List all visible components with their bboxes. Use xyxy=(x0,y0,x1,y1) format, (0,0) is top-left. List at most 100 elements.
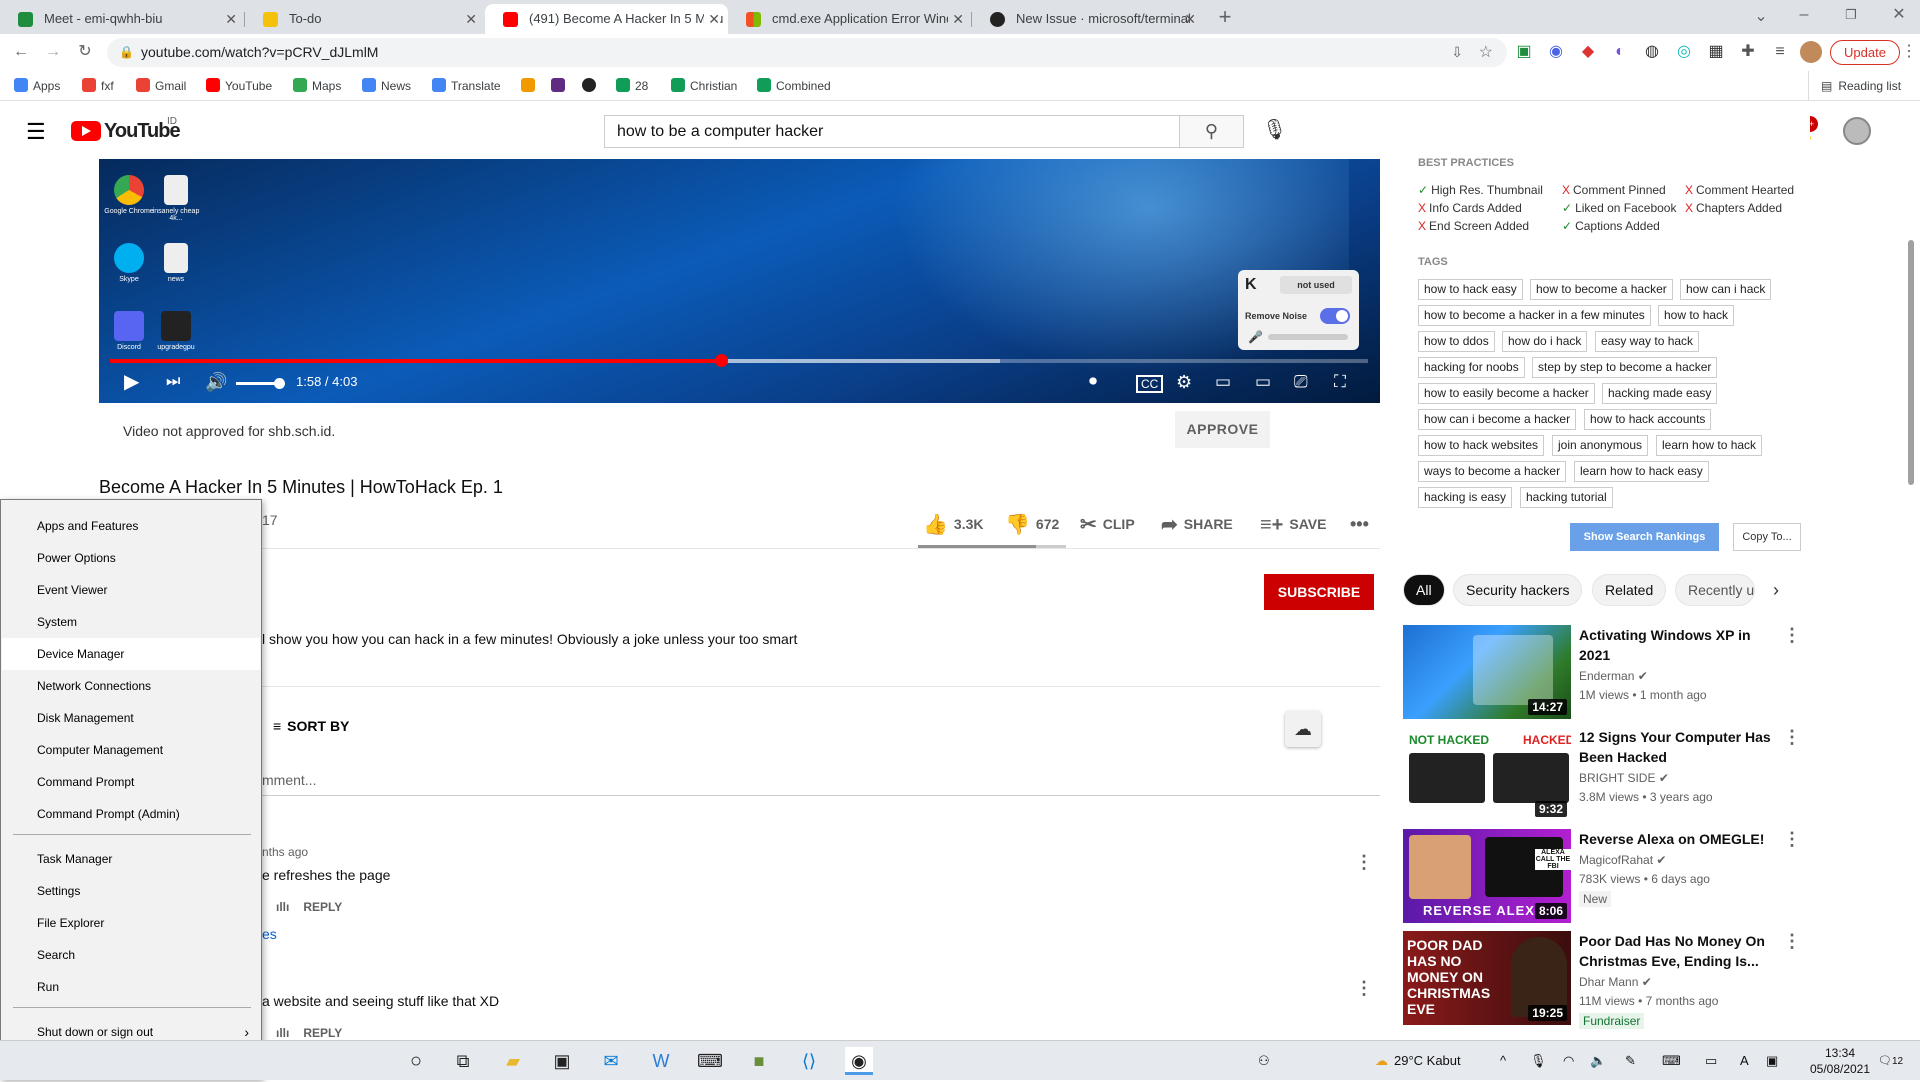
video-menu-icon[interactable]: ⋮ xyxy=(1783,829,1801,850)
share-button[interactable]: ➦ SHARE xyxy=(1161,510,1233,539)
new-tab-button[interactable]: + xyxy=(1216,6,1234,28)
menu-item-apps-and-features[interactable]: Apps and Features xyxy=(2,510,260,542)
mail-icon[interactable]: ✉ xyxy=(597,1047,625,1075)
tag-chip[interactable]: how to ddos xyxy=(1418,331,1495,352)
reading-list[interactable]: ▤ Reading list xyxy=(1808,71,1901,101)
close-icon[interactable]: ✕ xyxy=(465,4,477,34)
tab-cmd-error[interactable]: cmd.exe Application Error Windo ✕ xyxy=(728,4,972,34)
bookmark-icon-orange[interactable] xyxy=(521,71,540,101)
tab-github-issue[interactable]: New Issue · microsoft/terminal ✕ xyxy=(972,4,1204,34)
autoplay-toggle[interactable]: ⏺ xyxy=(1089,371,1097,393)
more-actions-icon[interactable]: ••• xyxy=(1350,510,1369,538)
battery-icon[interactable]: ▭ xyxy=(1705,1041,1717,1081)
bookmark-fxf[interactable]: fxf xyxy=(82,71,114,101)
hamburger-menu-icon[interactable]: ☰ xyxy=(26,119,46,145)
wifi-icon[interactable]: ◠ xyxy=(1563,1041,1574,1081)
scrubber-handle[interactable] xyxy=(715,354,729,367)
search-input[interactable]: how to be a computer hacker xyxy=(604,115,1180,148)
menu-item-task-manager[interactable]: Task Manager xyxy=(2,843,260,875)
tag-chip[interactable]: how to hack accounts xyxy=(1584,409,1712,430)
keyboard-icon[interactable]: ⌨ xyxy=(1662,1041,1681,1081)
copy-to-button[interactable]: Copy To... xyxy=(1733,523,1801,551)
close-icon[interactable]: ✕ xyxy=(1184,4,1196,34)
tag-chip[interactable]: how do i hack xyxy=(1502,331,1588,352)
ime-icon[interactable]: A xyxy=(1740,1041,1749,1081)
star-icon[interactable]: ☆ xyxy=(1479,38,1493,67)
tab-youtube[interactable]: (491) Become A Hacker In 5 Minu ✕ xyxy=(485,4,728,34)
video-menu-icon[interactable]: ⋮ xyxy=(1783,625,1801,646)
pen-icon[interactable]: ✎ xyxy=(1625,1041,1636,1081)
comment-menu-icon[interactable]: ⋮ xyxy=(1355,978,1373,999)
url-bar[interactable]: 🔒 youtube.com/watch?v=pCRV_dJLmlM ⇩ ☆ xyxy=(107,38,1507,67)
next-icon[interactable]: ⏭ xyxy=(166,371,180,393)
like-button[interactable]: 👍 3.3K xyxy=(923,510,983,539)
menu-item-command-prompt-admin[interactable]: Command Prompt (Admin) xyxy=(2,798,260,830)
tag-chip[interactable]: hacking made easy xyxy=(1602,383,1718,404)
chip-all[interactable]: All xyxy=(1403,574,1445,606)
search-button[interactable]: ⚲ xyxy=(1179,115,1244,148)
reply-button[interactable]: ıllı REPLY xyxy=(276,900,342,914)
video-thumbnail[interactable]: ALEXA CALL THE FBI REVERSE ALEX 8:06 xyxy=(1403,829,1571,923)
puzzle-icon[interactable]: ✚ xyxy=(1739,43,1757,61)
close-icon[interactable]: ✕ xyxy=(704,4,720,34)
menu-item-settings[interactable]: Settings xyxy=(2,875,260,907)
tag-chip[interactable]: how to easily become a hacker xyxy=(1418,383,1595,404)
theater-mode-icon[interactable]: ▭ xyxy=(1255,371,1271,393)
page-scrollbar[interactable] xyxy=(1908,240,1914,485)
extension-icon[interactable]: ◆ xyxy=(1579,43,1597,61)
cortana-icon[interactable]: ○ xyxy=(402,1047,430,1075)
extension-icon[interactable]: ◎ xyxy=(1675,43,1693,61)
tag-chip[interactable]: learn how to hack xyxy=(1656,435,1763,456)
menu-dots-icon[interactable]: ⋮ xyxy=(1900,43,1918,61)
chip-related[interactable]: Related xyxy=(1592,574,1667,606)
task-view-icon[interactable]: ⧉ xyxy=(449,1047,477,1075)
view-replies-link[interactable]: es xyxy=(262,926,277,942)
tag-chip[interactable]: hacking tutorial xyxy=(1520,487,1613,508)
reload-icon[interactable]: ↻ xyxy=(76,43,94,61)
people-icon[interactable]: ⚇ xyxy=(1258,1041,1270,1081)
close-icon[interactable]: ✕ xyxy=(225,4,237,34)
captions-icon[interactable]: CC xyxy=(1136,375,1164,393)
extension-icon[interactable]: ◐ xyxy=(1611,43,1629,61)
avatar[interactable] xyxy=(1800,41,1822,63)
volume-icon[interactable]: 🔊 xyxy=(205,371,227,393)
menu-item-command-prompt[interactable]: Command Prompt xyxy=(2,766,260,798)
channel-name[interactable]: Enderman ✔ xyxy=(1579,669,1648,683)
tag-chip[interactable]: how can i become a hacker xyxy=(1418,409,1577,430)
extension-icon[interactable]: ▣ xyxy=(1515,43,1533,61)
video-menu-icon[interactable]: ⋮ xyxy=(1783,727,1801,748)
display-icon[interactable]: ▣ xyxy=(1766,1041,1778,1081)
tag-chip[interactable]: learn how to hack easy xyxy=(1574,461,1709,482)
minimize-button[interactable]: – xyxy=(1795,6,1813,24)
menu-item-computer-management[interactable]: Computer Management xyxy=(2,734,260,766)
word-icon[interactable]: W xyxy=(647,1047,675,1075)
recommended-video[interactable]: 14:27 Activating Windows XP in 2021 Ende… xyxy=(1403,625,1903,720)
chrome-taskbar-icon[interactable]: ◉ xyxy=(845,1047,873,1075)
channel-name[interactable]: MagicofRahat ✔ xyxy=(1579,853,1666,867)
tag-chip[interactable]: how to hack websites xyxy=(1418,435,1545,456)
tag-chip[interactable]: how to hack easy xyxy=(1418,279,1523,300)
chevron-up-icon[interactable]: ^ xyxy=(1500,1041,1506,1081)
menu-item-system[interactable]: System xyxy=(2,606,260,638)
terminal-icon[interactable]: ⌨ xyxy=(696,1047,724,1075)
notification-center-icon[interactable]: 🗨12 xyxy=(1878,1041,1903,1081)
bookmark-28[interactable]: 28 xyxy=(616,71,648,101)
install-icon[interactable]: ⇩ xyxy=(1451,38,1463,67)
comment-input[interactable]: mment... xyxy=(262,772,316,788)
tab-todo[interactable]: To-do ✕ xyxy=(245,4,485,34)
minecraft-icon[interactable]: ■ xyxy=(745,1047,773,1075)
video-thumbnail[interactable]: NOT HACKED HACKED 9:32 xyxy=(1403,727,1571,821)
bookmark-maps[interactable]: Maps xyxy=(293,71,341,101)
menu-item-file-explorer[interactable]: File Explorer xyxy=(2,907,260,939)
store-icon[interactable]: ▣ xyxy=(548,1047,576,1075)
tag-chip[interactable]: how to become a hacker xyxy=(1530,279,1673,300)
back-arrow-icon[interactable]: ← xyxy=(12,43,30,61)
tag-chip[interactable]: step by step to become a hacker xyxy=(1532,357,1718,378)
bookmark-christian[interactable]: Christian xyxy=(671,71,737,101)
subscribe-button[interactable]: SUBSCRIBE xyxy=(1264,574,1374,610)
file-explorer-icon[interactable]: ▰ xyxy=(499,1047,527,1075)
video-title[interactable]: Poor Dad Has No Money On Christmas Eve, … xyxy=(1579,931,1779,971)
miniplayer-icon[interactable]: ▭ xyxy=(1215,371,1231,393)
reply-button[interactable]: ıllı REPLY xyxy=(276,1026,342,1040)
menu-item-event-viewer[interactable]: Event Viewer xyxy=(2,574,260,606)
